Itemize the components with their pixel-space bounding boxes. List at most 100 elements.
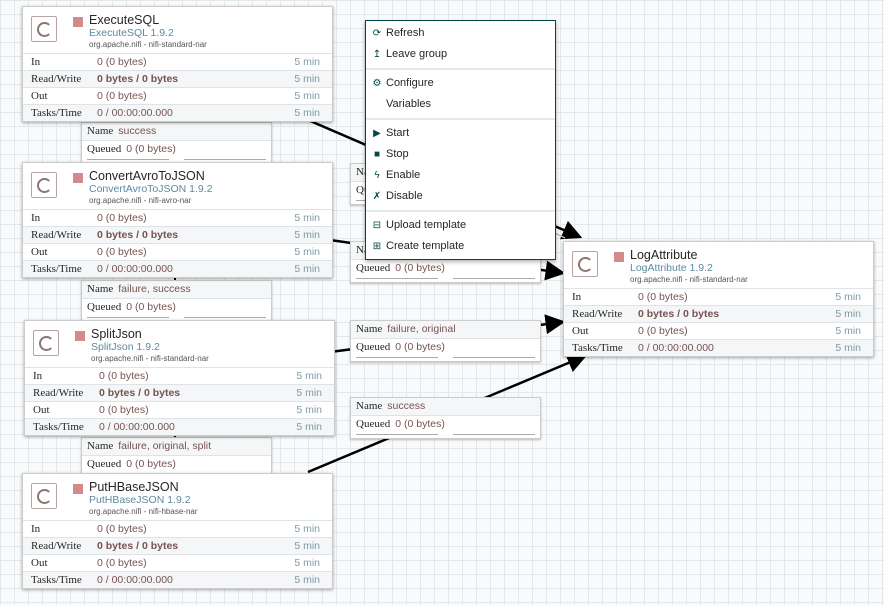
relationships: failure, original xyxy=(387,323,456,335)
processor-bundle: org.apache.nifi - nifi-avro-nar xyxy=(89,196,192,205)
stat-row-tasks_time: Tasks/Time 0 / 00:00:00.000 5 min xyxy=(25,418,334,435)
processor-bundle: org.apache.nifi - nifi-standard-nar xyxy=(89,40,207,49)
stat-label: Tasks/Time xyxy=(572,342,623,354)
stopped-state-icon xyxy=(73,173,83,183)
processor-header: SplitJson SplitJson 1.9.2 org.apache.nif… xyxy=(25,321,334,367)
stat-label: Read/Write xyxy=(33,387,84,399)
menu-item-label: Start xyxy=(386,127,410,139)
processor-puthbasejson[interactable]: PutHBaseJSON PutHBaseJSON 1.9.2 org.apac… xyxy=(22,473,333,589)
stat-label: Out xyxy=(572,325,589,337)
stat-label: Tasks/Time xyxy=(33,421,84,433)
stat-value: 0 (0 bytes) xyxy=(99,370,149,382)
menu-item-refresh[interactable]: ⟳ Refresh xyxy=(366,23,555,44)
connection-queued-row: Queued 0 (0 bytes) xyxy=(82,299,271,316)
queued-value: 0 (0 bytes) xyxy=(395,262,445,274)
menu-item-stop[interactable]: ■ Stop xyxy=(366,144,555,165)
name-label: Name xyxy=(356,400,383,412)
stat-label: Out xyxy=(31,557,48,569)
menu-item-upload-template[interactable]: ⊟ Upload template xyxy=(366,215,555,236)
queue-progress-bar xyxy=(87,158,266,161)
gear-icon: ⚙ xyxy=(372,78,382,89)
processor-name: PutHBaseJSON xyxy=(89,480,179,494)
stat-value: 0 bytes / 0 bytes xyxy=(638,308,720,320)
stat-value: 0 / 00:00:00.000 xyxy=(638,342,714,354)
stat-window: 5 min xyxy=(294,574,320,586)
queued-label: Queued xyxy=(87,143,122,155)
menu-item-label: Variables xyxy=(386,98,432,110)
connection-label[interactable]: Name success Queued 0 (0 bytes) xyxy=(350,397,541,439)
menu-item-label: Enable xyxy=(386,169,421,181)
stat-row-out: Out 0 (0 bytes) 5 min xyxy=(23,87,332,104)
processor-header: LogAttribute LogAttribute 1.9.2 org.apac… xyxy=(564,242,873,288)
processor-name: ExecuteSQL xyxy=(89,13,160,27)
connection-label[interactable]: Name failure, original Queued 0 (0 bytes) xyxy=(350,320,541,362)
menu-item-configure[interactable]: ⚙ Configure xyxy=(366,73,555,94)
processor-convertavrotojson[interactable]: ConvertAvroToJSON ConvertAvroToJSON 1.9.… xyxy=(22,162,333,278)
stat-value: 0 bytes / 0 bytes xyxy=(97,73,179,85)
menu-divider xyxy=(366,68,555,70)
connection-label[interactable]: Name failure, success Queued 0 (0 bytes) xyxy=(81,280,272,322)
stat-window: 5 min xyxy=(294,212,320,224)
processor-splitjson[interactable]: SplitJson SplitJson 1.9.2 org.apache.nif… xyxy=(24,320,335,436)
stat-label: Read/Write xyxy=(31,540,82,552)
stat-window: 5 min xyxy=(294,523,320,535)
stat-label: Read/Write xyxy=(572,308,623,320)
menu-item-disable[interactable]: ✗ Disable xyxy=(366,186,555,207)
queue-progress-bar xyxy=(87,316,266,319)
stat-row-in: In 0 (0 bytes) 5 min xyxy=(25,367,334,384)
stat-label: In xyxy=(31,56,41,68)
processor-type: ConvertAvroToJSON 1.9.2 xyxy=(89,183,213,195)
connection-queued-row: Queued 0 (0 bytes) xyxy=(82,141,271,158)
stat-value: 0 (0 bytes) xyxy=(99,404,149,416)
stat-value: 0 (0 bytes) xyxy=(638,325,688,337)
stat-window: 5 min xyxy=(296,370,322,382)
menu-item-leave-group[interactable]: ↥ Leave group xyxy=(366,44,555,65)
stat-window: 5 min xyxy=(296,421,322,433)
processor-bundle: org.apache.nifi - nifi-hbase-nar xyxy=(89,507,198,516)
stat-row-out: Out 0 (0 bytes) 5 min xyxy=(564,322,873,339)
name-label: Name xyxy=(356,323,383,335)
processor-bundle: org.apache.nifi - nifi-standard-nar xyxy=(91,354,209,363)
menu-item-create-template[interactable]: ⊞ Create template xyxy=(366,236,555,257)
relationships: failure, success xyxy=(118,283,191,295)
queued-label: Queued xyxy=(356,341,391,353)
leave-group-icon: ↥ xyxy=(372,49,382,60)
menu-item-label: Upload template xyxy=(386,219,467,231)
relationships: failure, original, split xyxy=(118,440,212,452)
menu-item-enable[interactable]: ϟ Enable xyxy=(366,165,555,186)
connection-queued-row: Queued 0 (0 bytes) xyxy=(351,260,540,277)
stat-row-read_write: Read/Write 0 bytes / 0 bytes 5 min xyxy=(23,70,332,87)
stat-row-read_write: Read/Write 0 bytes / 0 bytes 5 min xyxy=(23,226,332,243)
processor-executesql[interactable]: ExecuteSQL ExecuteSQL 1.9.2 org.apache.n… xyxy=(22,6,333,122)
processor-type: ExecuteSQL 1.9.2 xyxy=(89,27,174,39)
connection-name-row: Name failure, original xyxy=(351,321,540,339)
stat-label: In xyxy=(31,523,41,535)
connection-queued-row: Queued 0 (0 bytes) xyxy=(82,456,271,473)
stopped-state-icon xyxy=(73,484,83,494)
stat-window: 5 min xyxy=(835,325,861,337)
stat-window: 5 min xyxy=(294,246,320,258)
stat-label: Read/Write xyxy=(31,73,82,85)
stat-row-tasks_time: Tasks/Time 0 / 00:00:00.000 5 min xyxy=(564,339,873,356)
queue-progress-bar xyxy=(356,356,535,359)
stat-value: 0 bytes / 0 bytes xyxy=(97,540,179,552)
refresh-icon: ⟳ xyxy=(372,28,382,39)
menu-item-label: Stop xyxy=(386,148,409,160)
processor-name: ConvertAvroToJSON xyxy=(89,169,205,183)
connection-label[interactable]: Name success Queued 0 (0 bytes) xyxy=(81,122,272,164)
stat-window: 5 min xyxy=(294,557,320,569)
menu-divider xyxy=(366,210,555,212)
queued-label: Queued xyxy=(87,458,122,470)
queued-value: 0 (0 bytes) xyxy=(395,418,445,430)
menu-item-label: Disable xyxy=(386,190,423,202)
menu-item-variables[interactable]: Variables xyxy=(366,94,555,115)
processor-logattribute[interactable]: LogAttribute LogAttribute 1.9.2 org.apac… xyxy=(563,241,874,357)
menu-item-start[interactable]: ▶ Start xyxy=(366,123,555,144)
connection-queued-row: Queued 0 (0 bytes) xyxy=(351,339,540,356)
connection-name-row: Name failure, success xyxy=(82,281,271,299)
processor-icon xyxy=(31,483,57,509)
stat-window: 5 min xyxy=(294,107,320,119)
queued-value: 0 (0 bytes) xyxy=(126,143,176,155)
stat-window: 5 min xyxy=(294,540,320,552)
stat-label: Out xyxy=(31,90,48,102)
